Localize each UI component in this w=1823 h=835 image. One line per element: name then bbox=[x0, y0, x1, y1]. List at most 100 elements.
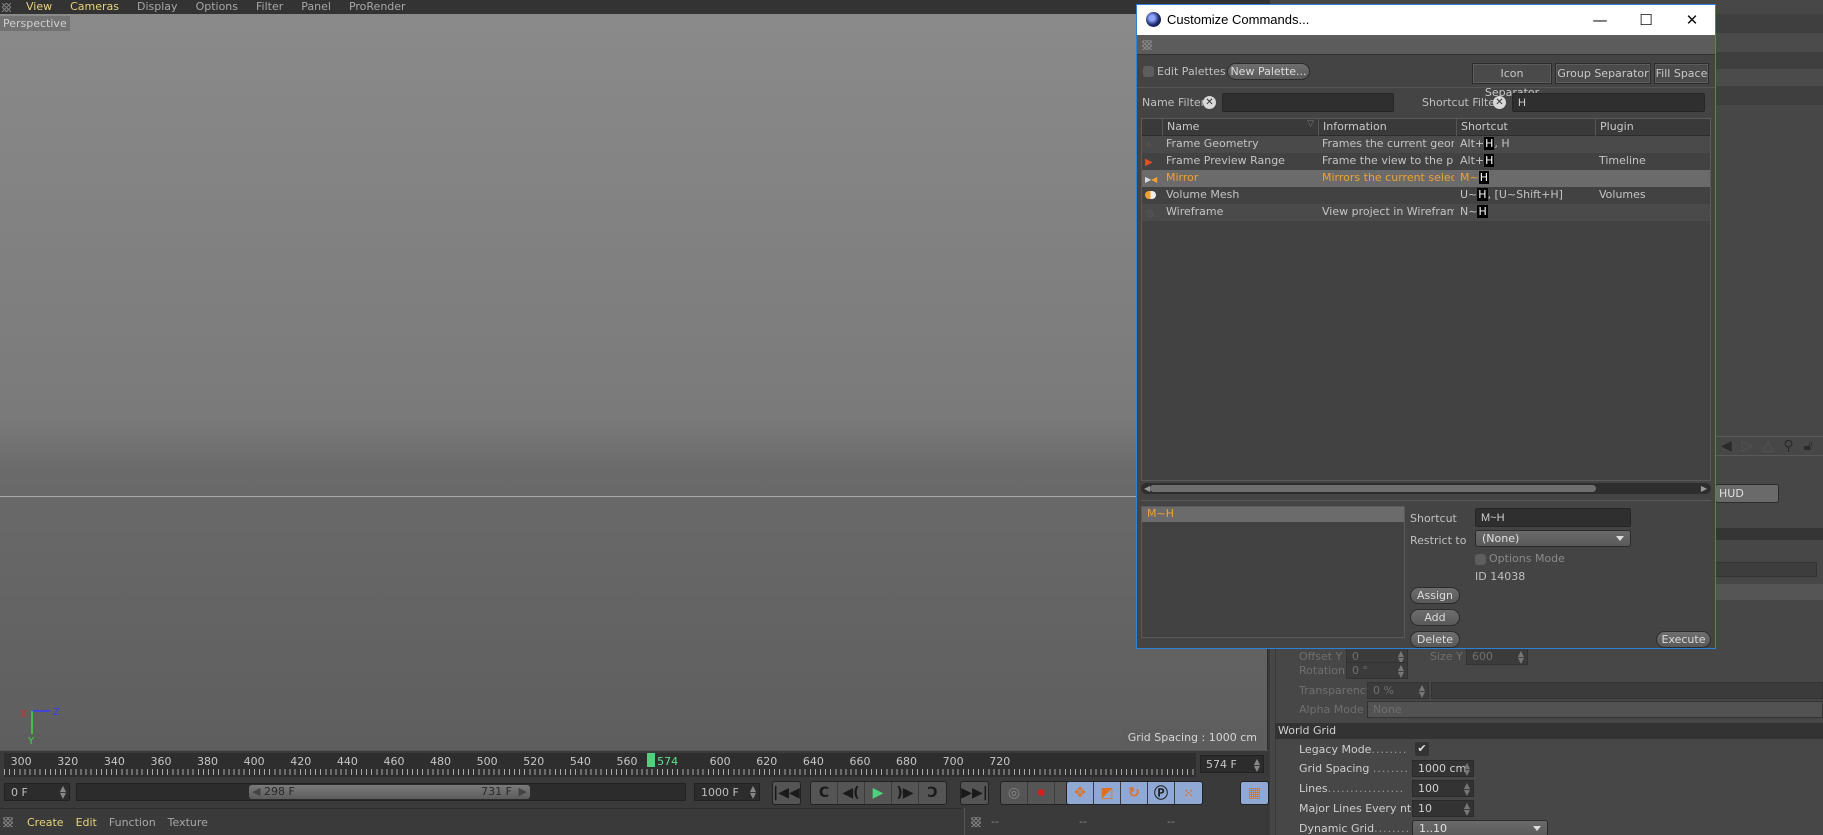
scroll-right-icon[interactable]: ▶ bbox=[1701, 483, 1707, 494]
next-key-button[interactable]: Ɔ bbox=[919, 782, 946, 804]
go-to-start-button[interactable]: |◀◀ bbox=[773, 782, 800, 804]
forward-arrow-icon[interactable]: ▷ bbox=[1742, 438, 1753, 454]
delete-button[interactable]: Delete bbox=[1410, 631, 1460, 648]
dynamic-grid-dropdown[interactable]: 1..10 bbox=[1412, 820, 1548, 835]
key-parameter-icon[interactable]: Ⓟ bbox=[1148, 782, 1175, 804]
back-arrow-icon[interactable]: ◀ bbox=[1721, 438, 1732, 454]
group-separator-button[interactable]: Group Separator bbox=[1555, 63, 1651, 84]
rotation-field[interactable]: 0 ° ▲ ▼ bbox=[1346, 662, 1408, 679]
column-header-information[interactable]: Information bbox=[1318, 119, 1456, 136]
current-frame-field[interactable]: 574 F ▲ ▼ bbox=[1200, 755, 1264, 773]
transparency-field[interactable]: 0 % ▲ ▼ bbox=[1367, 682, 1429, 699]
previous-key-button[interactable]: C bbox=[811, 782, 838, 804]
shortcut-input[interactable] bbox=[1475, 508, 1631, 527]
key-rotation-icon[interactable]: ↻ bbox=[1121, 782, 1148, 804]
edit-palettes-checkbox[interactable] bbox=[1143, 66, 1154, 77]
timeline-window-icon[interactable]: ▦ bbox=[1241, 782, 1268, 804]
name-filter-input[interactable] bbox=[1222, 93, 1394, 112]
table-row[interactable]: ◍ Wireframe View project in Wireframe mode… bbox=[1142, 204, 1710, 221]
new-palette-button[interactable]: New Palette... bbox=[1227, 63, 1310, 80]
perspective-viewport[interactable]: Perspective X Z Y Grid Spacing : 1000 cm bbox=[0, 14, 1268, 750]
horizontal-scrollbar[interactable]: ◀ ▶ bbox=[1141, 483, 1711, 494]
column-header-plugin[interactable]: Plugin bbox=[1595, 119, 1710, 136]
table-row[interactable]: ▶ Frame Preview Range Frame the view to th… bbox=[1142, 153, 1710, 170]
alpha-mode-dropdown[interactable]: None bbox=[1367, 701, 1823, 718]
menu-cameras[interactable]: Cameras bbox=[61, 0, 128, 14]
range-left-arrow-icon[interactable]: ◀ bbox=[252, 785, 260, 798]
menu-panel[interactable]: Panel bbox=[292, 0, 340, 14]
lines-field[interactable]: 100 ▲ ▼ bbox=[1412, 780, 1474, 797]
next-frame-button[interactable]: )▶ bbox=[892, 782, 919, 804]
hud-tab[interactable]: HUD bbox=[1715, 484, 1779, 503]
spinner-icon[interactable]: ▲ ▼ bbox=[1464, 782, 1470, 797]
menu-prorender[interactable]: ProRender bbox=[340, 0, 415, 14]
menu-display[interactable]: Display bbox=[128, 0, 187, 14]
play-button[interactable]: ▶ bbox=[865, 782, 892, 804]
shortcut-filter-input[interactable] bbox=[1512, 93, 1705, 112]
timeline-ruler[interactable]: 300 320 340 360 380 400 420 440 460 480 500 520 540 5… bbox=[0, 750, 1268, 778]
range-right-arrow-icon[interactable]: ▶ bbox=[519, 785, 527, 798]
assign-button[interactable]: Assign bbox=[1410, 587, 1460, 604]
motion-record-icon[interactable]: ◎ bbox=[1001, 782, 1028, 804]
panel-grip-icon[interactable] bbox=[3, 817, 13, 827]
execute-button[interactable]: Execute bbox=[1656, 631, 1711, 648]
panel-grip-icon[interactable] bbox=[971, 816, 981, 827]
scrollbar-thumb[interactable] bbox=[1150, 485, 1596, 492]
transparency-slider[interactable] bbox=[1431, 682, 1823, 699]
panel-grip-icon[interactable] bbox=[1142, 40, 1152, 50]
menu-create[interactable]: Create bbox=[21, 816, 70, 829]
menu-options[interactable]: Options bbox=[187, 0, 247, 14]
search-icon[interactable]: ⚲ bbox=[1783, 438, 1793, 454]
options-mode-checkbox[interactable] bbox=[1475, 554, 1486, 565]
go-to-end-button[interactable]: ▶▶| bbox=[961, 782, 988, 804]
column-header-shortcut[interactable]: Shortcut bbox=[1456, 119, 1595, 136]
menu-view[interactable]: View bbox=[17, 0, 61, 14]
legacy-mode-checkbox[interactable]: ✔ bbox=[1415, 742, 1429, 756]
preview-range-thumb[interactable]: ◀ 298 F 731 F ▶ bbox=[249, 785, 530, 799]
spinner-icon[interactable]: ▲ ▼ bbox=[1464, 802, 1470, 817]
assigned-shortcuts-list[interactable]: M~H bbox=[1141, 506, 1405, 638]
column-header-name[interactable]: Name ▽ bbox=[1162, 119, 1318, 136]
maximize-button[interactable]: ☐ bbox=[1623, 5, 1669, 35]
table-row[interactable]: Volume Mesh U~H, [U~Shift+H] Volumes bbox=[1142, 187, 1710, 204]
previous-frame-button[interactable]: ◀( bbox=[838, 782, 865, 804]
end-frame-field[interactable]: 1000 F ▲ ▼ bbox=[694, 783, 760, 801]
menu-function[interactable]: Function bbox=[103, 816, 162, 829]
attribute-field[interactable] bbox=[1715, 562, 1817, 577]
minimize-button[interactable]: — bbox=[1577, 5, 1623, 35]
key-position-icon[interactable]: ✥ bbox=[1067, 782, 1094, 804]
restrict-to-dropdown[interactable]: (None) bbox=[1475, 530, 1631, 547]
spinner-icon[interactable]: ▲ ▼ bbox=[1419, 684, 1425, 699]
panel-grip-icon[interactable] bbox=[2, 2, 11, 12]
icon-separator-button[interactable]: Icon Separator bbox=[1472, 63, 1552, 99]
start-frame-field[interactable]: 0 F ▲ ▼ bbox=[4, 783, 70, 801]
playhead[interactable] bbox=[647, 753, 656, 767]
key-scale-icon[interactable]: ◩ bbox=[1094, 782, 1121, 804]
add-button[interactable]: Add bbox=[1410, 609, 1460, 626]
major-lines-field[interactable]: 10 ▲ ▼ bbox=[1412, 800, 1474, 817]
close-button[interactable]: ✕ bbox=[1669, 5, 1715, 35]
spinner-icon[interactable]: ▲ ▼ bbox=[1254, 758, 1260, 773]
table-row[interactable]: ▶◀ Mirror Mirrors the current selection M~H bbox=[1142, 170, 1710, 187]
grid-spacing-field[interactable]: 1000 cm ▲ ▼ bbox=[1412, 760, 1474, 777]
dialog-titlebar[interactable]: Customize Commands... — ☐ ✕ bbox=[1137, 5, 1715, 35]
table-row[interactable]: ⁘ Frame Geometry Frames the current geomet… bbox=[1142, 136, 1710, 153]
spinner-icon[interactable]: ▲ ▼ bbox=[750, 785, 756, 800]
fill-space-button[interactable]: Fill Space bbox=[1654, 63, 1709, 84]
world-grid-section-header[interactable]: World Grid bbox=[1275, 723, 1823, 739]
preview-range-slider[interactable]: ◀ 298 F 731 F ▶ bbox=[76, 783, 686, 801]
spinner-icon[interactable]: ▲ ▼ bbox=[60, 785, 66, 800]
clear-shortcut-filter-icon[interactable]: ✕ bbox=[1493, 96, 1506, 109]
menu-texture[interactable]: Texture bbox=[162, 816, 214, 829]
shortcut-list-item[interactable]: M~H bbox=[1142, 507, 1404, 522]
clear-name-filter-icon[interactable]: ✕ bbox=[1203, 96, 1216, 109]
spinner-icon[interactable]: ▲ ▼ bbox=[1398, 664, 1404, 679]
timeline-track[interactable]: 300 320 340 360 380 400 420 440 460 480 500 520 540 5… bbox=[4, 753, 1196, 777]
menu-edit[interactable]: Edit bbox=[70, 816, 103, 829]
spinner-icon[interactable]: ▲ ▼ bbox=[1464, 762, 1470, 777]
key-point-level-icon[interactable]: ⁙ bbox=[1175, 782, 1202, 804]
menu-filter[interactable]: Filter bbox=[247, 0, 292, 14]
record-active-icon[interactable]: ⏺ bbox=[1028, 782, 1055, 804]
lock-icon[interactable]: 🔓︎ bbox=[1804, 438, 1813, 454]
up-arrow-icon[interactable]: △ bbox=[1763, 438, 1774, 454]
